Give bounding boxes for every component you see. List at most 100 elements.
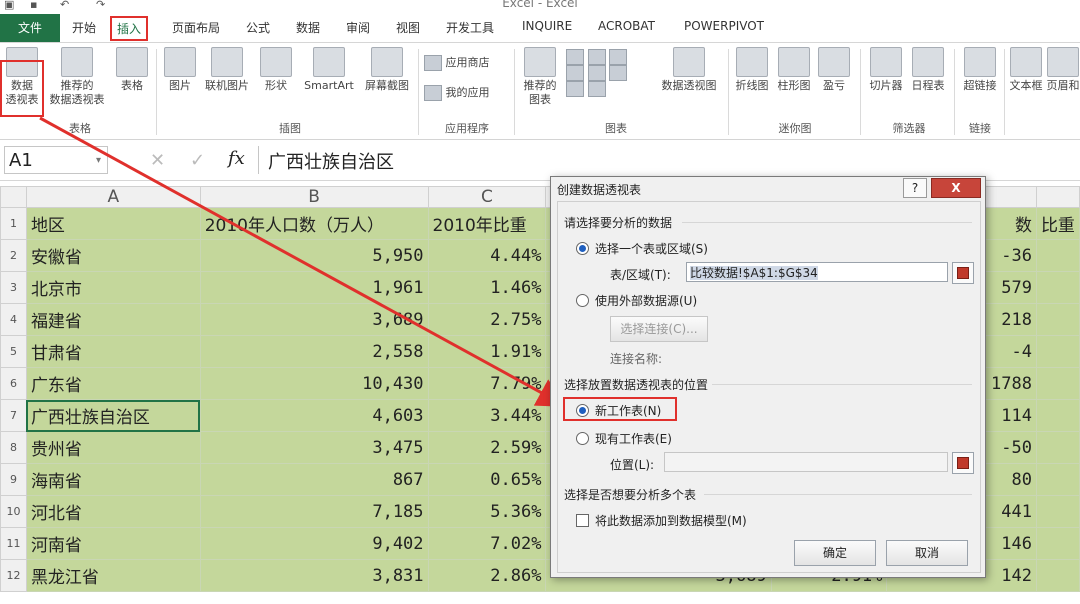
tab-page-layout[interactable]: 页面布局 — [172, 19, 220, 36]
cell-share[interactable]: 1.91% — [427, 335, 547, 368]
my-apps-button[interactable]: 我的应用 — [424, 85, 510, 101]
sparkline-winloss-button[interactable]: 盈亏 — [816, 47, 852, 93]
row-header[interactable]: 4 — [0, 303, 27, 336]
location-picker-icon[interactable] — [952, 452, 974, 474]
cell-g[interactable] — [1035, 559, 1080, 592]
cell-share[interactable]: 2.75% — [427, 303, 547, 336]
tab-review[interactable]: 审阅 — [346, 19, 370, 36]
cell-share[interactable]: 2.59% — [427, 431, 547, 464]
cell-g1[interactable]: 比重 — [1035, 207, 1080, 240]
cell-population[interactable]: 9,402 — [199, 527, 429, 560]
app-store-button[interactable]: 应用商店 — [424, 55, 498, 71]
cell-region[interactable]: 北京市 — [25, 271, 201, 304]
tab-insert[interactable]: 插入 — [110, 16, 149, 41]
row-header[interactable]: 5 — [0, 335, 27, 368]
name-box[interactable]: A1 ▾ — [4, 146, 108, 174]
cell-region[interactable]: 安徽省 — [25, 239, 201, 272]
cancel-button[interactable]: 取消 — [886, 540, 968, 566]
cell-population[interactable]: 5,950 — [199, 239, 429, 272]
table-button[interactable]: 表格 — [112, 47, 152, 93]
cell-share[interactable]: 1.46% — [427, 271, 547, 304]
cell-share[interactable]: 7.02% — [427, 527, 547, 560]
tab-powerpivot[interactable]: POWERPIVOT — [684, 19, 764, 33]
timeline-button[interactable]: 日程表 — [906, 47, 950, 93]
cell-population[interactable]: 3,475 — [199, 431, 429, 464]
cell-g[interactable] — [1035, 271, 1080, 304]
formula-input[interactable]: 广西壮族自治区 — [268, 148, 394, 174]
online-picture-button[interactable]: 联机图片 — [200, 47, 254, 93]
cell-g[interactable] — [1035, 495, 1080, 528]
range-picker-icon[interactable] — [952, 262, 974, 284]
cell-g[interactable] — [1035, 463, 1080, 496]
row-header[interactable]: 9 — [0, 463, 27, 496]
table-range-input[interactable]: 比较数据!$A$1:$G$34 — [686, 262, 948, 282]
shapes-button[interactable]: 形状 — [258, 47, 294, 93]
cell-g[interactable] — [1035, 399, 1080, 432]
chart-types-gallery[interactable] — [566, 49, 650, 97]
row-header[interactable]: 2 — [0, 239, 27, 272]
row-header[interactable]: 8 — [0, 431, 27, 464]
name-box-dropdown-icon[interactable]: ▾ — [96, 147, 101, 175]
cell-a1[interactable]: 地区 — [25, 207, 201, 240]
cell-share[interactable]: 3.44% — [427, 399, 547, 432]
tab-home[interactable]: 开始 — [72, 19, 96, 36]
radio-existing-sheet[interactable]: 现有工作表(E) — [576, 430, 672, 447]
sparkline-line-button[interactable]: 折线图 — [732, 47, 772, 93]
enter-formula-icon[interactable]: ✓ — [190, 150, 205, 171]
cell-region[interactable]: 贵州省 — [25, 431, 201, 464]
cell-region[interactable]: 河北省 — [25, 495, 201, 528]
cell-population[interactable]: 4,603 — [199, 399, 429, 432]
radio-table-range[interactable]: 选择一个表或区域(S) — [576, 240, 708, 257]
cell-g[interactable] — [1035, 239, 1080, 272]
cell-region[interactable]: 河南省 — [25, 527, 201, 560]
cell-g[interactable] — [1035, 527, 1080, 560]
col-header-c[interactable]: C — [427, 186, 547, 208]
cell-share[interactable]: 4.44% — [427, 239, 547, 272]
help-button[interactable]: ? — [903, 178, 927, 198]
ok-button[interactable]: 确定 — [794, 540, 876, 566]
picture-button[interactable]: 图片 — [162, 47, 198, 93]
cell-share[interactable]: 0.65% — [427, 463, 547, 496]
cell-share[interactable]: 7.79% — [427, 367, 547, 400]
slicer-button[interactable]: 切片器 — [866, 47, 906, 93]
recommended-chart-button[interactable]: 推荐的 图表 — [520, 47, 560, 107]
cell-region[interactable]: 海南省 — [25, 463, 201, 496]
tab-developer[interactable]: 开发工具 — [446, 19, 494, 36]
sparkline-column-button[interactable]: 柱形图 — [774, 47, 814, 93]
tab-inquire[interactable]: INQUIRE — [522, 19, 572, 33]
row-header[interactable]: 3 — [0, 271, 27, 304]
close-button[interactable]: X — [931, 178, 981, 198]
tab-formulas[interactable]: 公式 — [246, 19, 270, 36]
cell-c1[interactable]: 2010年比重 — [427, 207, 547, 240]
cell-region[interactable]: 甘肃省 — [25, 335, 201, 368]
row-header[interactable]: 6 — [0, 367, 27, 400]
row-header[interactable]: 10 — [0, 495, 27, 528]
smartart-button[interactable]: SmartArt — [298, 47, 360, 93]
row-header[interactable]: 12 — [0, 559, 27, 592]
cell-region[interactable]: 广东省 — [25, 367, 201, 400]
cell-population[interactable]: 2,558 — [199, 335, 429, 368]
cell-g[interactable] — [1035, 303, 1080, 336]
tab-acrobat[interactable]: ACROBAT — [598, 19, 655, 33]
cell-region[interactable]: 黑龙江省 — [25, 559, 201, 592]
header-footer-button[interactable]: 页眉和 — [1046, 47, 1080, 93]
hyperlink-button[interactable]: 超链接 — [958, 47, 1002, 93]
insert-function-icon[interactable]: fx — [228, 148, 245, 169]
screenshot-button[interactable]: 屏幕截图 — [360, 47, 414, 93]
cell-population[interactable]: 3,831 — [199, 559, 429, 592]
tab-file[interactable]: 文件 — [0, 14, 60, 42]
cell-g[interactable] — [1035, 335, 1080, 368]
cell-share[interactable]: 5.36% — [427, 495, 547, 528]
col-header-a[interactable]: A — [25, 186, 201, 208]
cell-b1[interactable]: 2010年人口数（万人） — [199, 207, 429, 240]
cell-population[interactable]: 3,689 — [199, 303, 429, 336]
add-to-model-checkbox[interactable]: 将此数据添加到数据模型(M) — [576, 512, 747, 529]
radio-external-source[interactable]: 使用外部数据源(U) — [576, 292, 697, 309]
cell-share[interactable]: 2.86% — [427, 559, 547, 592]
textbox-button[interactable]: 文本框 — [1006, 47, 1046, 93]
row-header[interactable]: 7 — [0, 399, 27, 432]
cell-region[interactable]: 福建省 — [25, 303, 201, 336]
location-input[interactable] — [664, 452, 948, 472]
col-header-b[interactable]: B — [199, 186, 429, 208]
cancel-formula-icon[interactable]: ✕ — [150, 150, 165, 171]
